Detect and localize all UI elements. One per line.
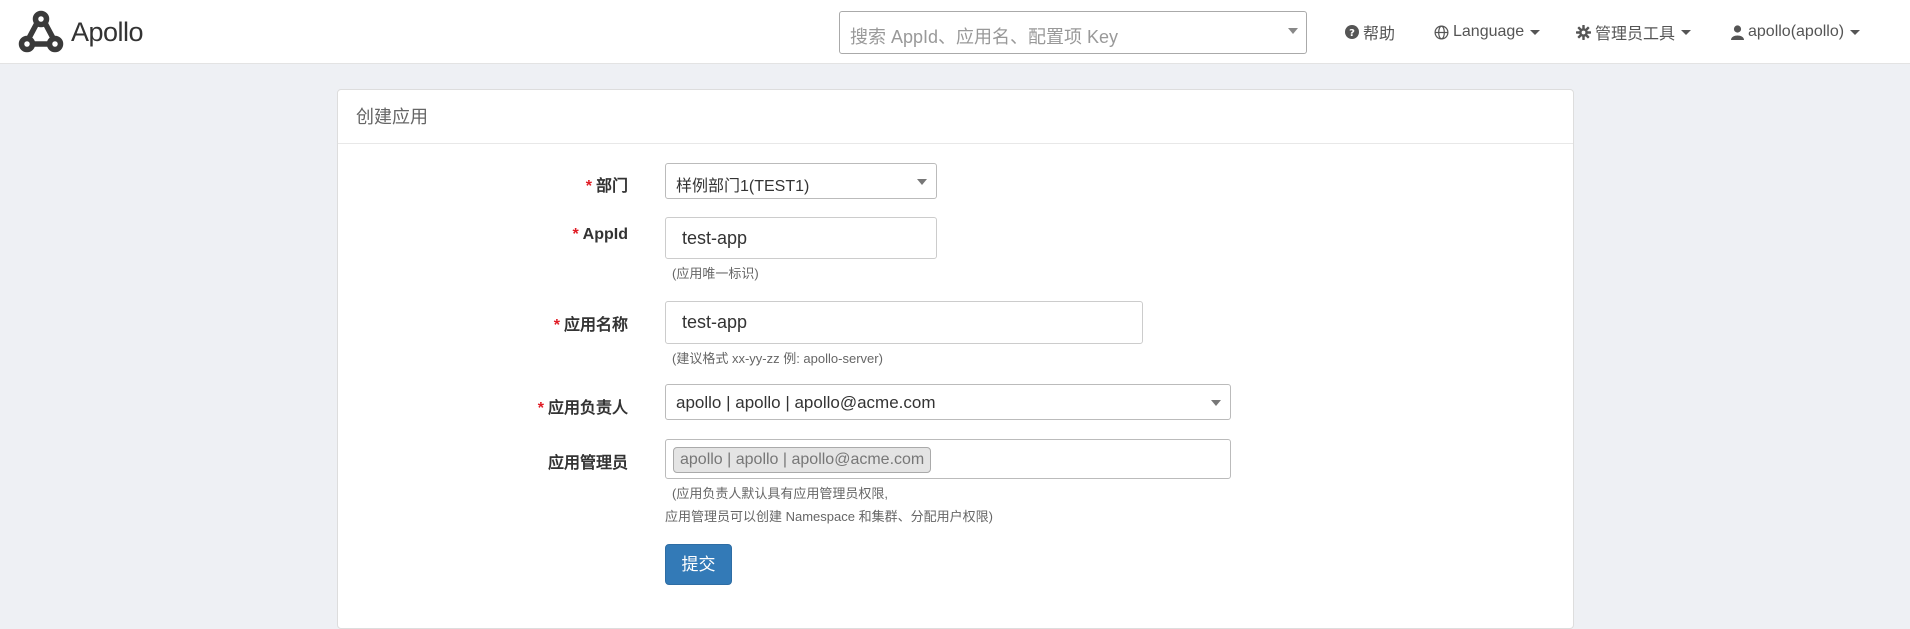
app-name-input[interactable]: test-app — [665, 301, 1143, 344]
question-circle-icon: ? — [1345, 25, 1359, 39]
top-navbar: Apollo 搜索 AppId、应用名、配置项 Key ? 帮助 Languag… — [0, 0, 1910, 64]
search-placeholder: 搜索 AppId、应用名、配置项 Key — [850, 27, 1119, 47]
appid-input[interactable]: test-app — [665, 217, 937, 259]
brand-name: Apollo — [71, 16, 144, 47]
user-icon — [1731, 24, 1744, 40]
required-mark: * — [537, 400, 544, 417]
svg-text:?: ? — [1349, 28, 1355, 39]
global-search-select[interactable]: 搜索 AppId、应用名、配置项 Key — [839, 11, 1307, 54]
admin-tools-dropdown[interactable]: 管理员工具 — [1576, 20, 1692, 44]
admins-help-line2: 应用管理员可以创建 Namespace 和集群、分配用户权限) — [665, 509, 993, 524]
admins-help-line1: (应用负责人默认具有应用管理员权限, — [672, 486, 888, 501]
create-app-panel: 创建应用 * 部门 样例部门1(TEST1) * AppId test-app (应… — [337, 89, 1574, 629]
language-label: Language — [1453, 23, 1525, 40]
app-name-help: (建议格式 xx-yy-zz 例: apollo-server) — [672, 351, 883, 366]
user-dropdown[interactable]: apollo(apollo) — [1731, 20, 1861, 44]
required-mark: * — [553, 317, 560, 334]
required-mark: * — [572, 226, 579, 243]
gear-icon — [1576, 24, 1591, 40]
admins-multiselect[interactable]: apollo | apollo | apollo@acme.com — [665, 439, 1231, 479]
department-select[interactable]: 样例部门1(TEST1) — [665, 163, 937, 199]
admin-tag[interactable]: apollo | apollo | apollo@acme.com — [673, 447, 932, 473]
chevron-down-icon — [1288, 28, 1298, 34]
chevron-down-icon — [1850, 29, 1861, 35]
app-name-value: test-app — [682, 312, 748, 332]
apollo-logo-icon — [18, 10, 64, 54]
panel-title: 创建应用 — [338, 90, 1573, 144]
appid-value: test-app — [682, 228, 748, 248]
app-name-label: * 应用名称 — [553, 317, 628, 334]
language-dropdown[interactable]: Language — [1434, 20, 1541, 44]
appid-help: (应用唯一标识) — [672, 266, 759, 281]
help-link[interactable]: ? 帮助 — [1345, 20, 1395, 44]
brand[interactable]: Apollo — [18, 10, 144, 54]
globe-icon — [1434, 25, 1449, 40]
chevron-down-icon — [1530, 29, 1541, 35]
help-label: 帮助 — [1363, 26, 1396, 43]
owner-select[interactable]: apollo | apollo | apollo@acme.com — [665, 384, 1231, 420]
appid-label: * AppId — [572, 226, 628, 243]
department-label: * 部门 — [585, 178, 628, 195]
chevron-down-icon — [917, 179, 927, 185]
department-value: 样例部门1(TEST1) — [676, 178, 810, 195]
owner-value: apollo | apollo | apollo@acme.com — [676, 393, 936, 412]
admins-label: 应用管理员 — [547, 455, 628, 472]
submit-button[interactable]: 提交 — [665, 544, 732, 585]
admin-tools-label: 管理员工具 — [1595, 26, 1676, 43]
chevron-down-icon — [1681, 29, 1692, 35]
owner-label: * 应用负责人 — [537, 400, 628, 417]
user-label: apollo(apollo) — [1748, 23, 1845, 40]
chevron-down-icon — [1211, 400, 1221, 406]
required-mark: * — [585, 178, 592, 195]
